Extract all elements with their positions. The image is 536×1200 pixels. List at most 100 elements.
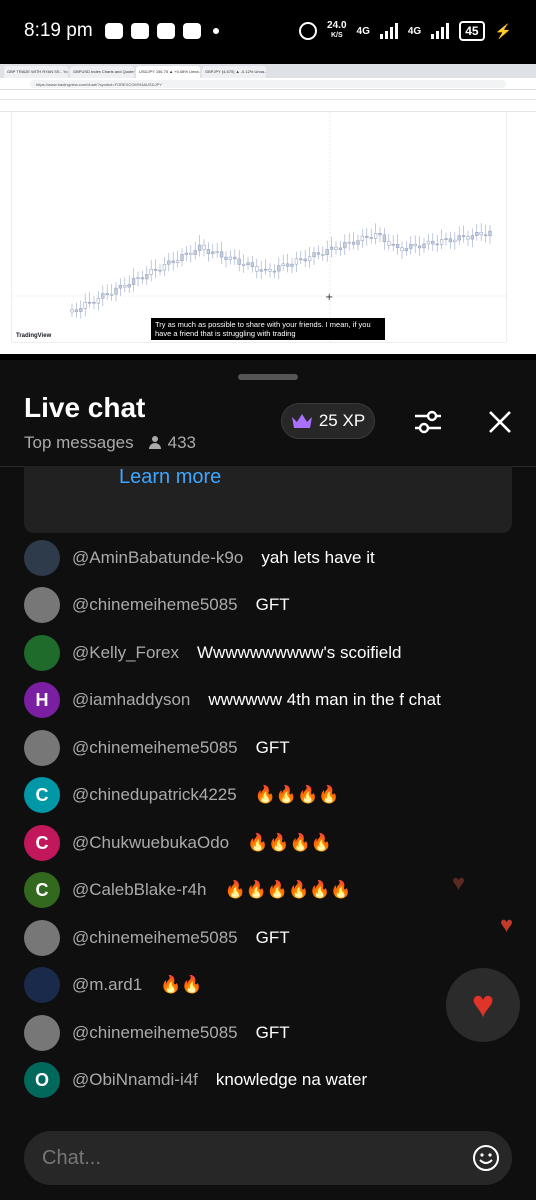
drag-handle[interactable] xyxy=(238,374,298,380)
candle-body xyxy=(228,256,233,260)
message-text: GFT xyxy=(255,595,290,614)
price-axis xyxy=(506,112,536,342)
chat-message[interactable]: @Kelly_Forex Wwwwwwwwww's scoifield xyxy=(24,635,514,671)
close-icon[interactable] xyxy=(486,408,514,436)
avatar[interactable] xyxy=(24,967,60,1003)
browser-bookmarks xyxy=(0,90,536,100)
avatar[interactable] xyxy=(24,635,60,671)
avatar[interactable]: C xyxy=(24,872,60,908)
message-author[interactable]: @chinemeiheme5085 xyxy=(72,1023,238,1043)
candle-body xyxy=(312,252,316,258)
candle-body xyxy=(105,293,109,296)
video-player[interactable]: GBP TRADE WITH RYAN SS - Yo... GBPUSD In… xyxy=(0,62,536,360)
candle-body xyxy=(272,270,277,273)
message-author[interactable]: @chinemeiheme5085 xyxy=(72,595,238,615)
candle-body xyxy=(250,262,255,267)
youtube-icon xyxy=(182,23,201,39)
candle-body xyxy=(241,264,246,266)
avatar[interactable] xyxy=(24,730,60,766)
person-icon xyxy=(148,436,162,450)
chat-input[interactable] xyxy=(42,1131,442,1185)
chat-message[interactable]: O @ObiNnamdi-i4f knowledge na water xyxy=(24,1062,514,1098)
candle-body xyxy=(87,301,92,304)
chat-message[interactable]: C @chinedupatrick4225 🔥🔥🔥🔥 xyxy=(24,777,514,813)
heart-icon: ♥ xyxy=(471,983,495,1026)
chat-message[interactable]: @chinemeiheme5085 GFT xyxy=(24,730,514,766)
avatar[interactable]: C xyxy=(24,777,60,813)
candle-body xyxy=(83,302,87,309)
learn-more-link[interactable]: Learn more xyxy=(119,466,221,489)
chat-message[interactable]: C @ChukwuebukaOdo 🔥🔥🔥🔥 xyxy=(24,825,514,861)
candle-body xyxy=(461,235,466,237)
xp-button[interactable]: 25 XP xyxy=(281,403,375,439)
candle-body xyxy=(439,239,444,245)
video-frame: GBP TRADE WITH RYAN SS - Yo... GBPUSD In… xyxy=(0,64,536,354)
candle-body xyxy=(343,242,347,249)
chat-message[interactable]: @chinemeiheme5085 GFT xyxy=(24,920,514,956)
message-author[interactable]: @chinemeiheme5085 xyxy=(72,928,238,948)
candle-body xyxy=(255,266,259,272)
message-author[interactable]: @iamhaddyson xyxy=(72,690,190,710)
like-heart-button[interactable]: ♥ xyxy=(446,968,520,1042)
chat-message[interactable]: @AminBabatunde-k9o yah lets have it xyxy=(24,540,514,576)
network-speed: 24.0 K/S xyxy=(327,21,346,41)
chat-message[interactable]: @m.ard1 🔥🔥 xyxy=(24,967,514,1003)
message-author[interactable]: @chinedupatrick4225 xyxy=(72,785,237,805)
candle-body xyxy=(475,231,479,236)
filter-settings-icon[interactable] xyxy=(412,406,444,438)
chat-mode-selector[interactable]: Top messages 433 xyxy=(24,433,196,453)
avatar[interactable] xyxy=(24,540,60,576)
candle-body xyxy=(193,250,197,255)
avatar[interactable]: C xyxy=(24,825,60,861)
avatar[interactable]: H xyxy=(24,682,60,718)
candle-body xyxy=(369,237,373,239)
message-author[interactable]: @ChukwuebukaOdo xyxy=(72,833,229,853)
whatsapp-icon xyxy=(156,23,175,39)
svg-text:+: + xyxy=(325,292,333,303)
floating-heart-icon: ♥ xyxy=(452,870,466,895)
candle-body xyxy=(277,265,281,272)
candle-body xyxy=(123,285,127,288)
candle-body xyxy=(224,256,228,260)
avatar[interactable] xyxy=(24,1015,60,1051)
avatar[interactable] xyxy=(24,920,60,956)
candle-body xyxy=(167,260,171,265)
candle-body xyxy=(197,244,202,251)
candle-body xyxy=(334,246,338,250)
candle-body xyxy=(347,241,351,244)
avatar[interactable] xyxy=(24,587,60,623)
candle-body xyxy=(140,277,145,280)
chat-message[interactable]: C @CalebBlake-r4h 🔥🔥🔥🔥🔥🔥 xyxy=(24,872,514,908)
candle-body xyxy=(202,244,206,250)
candle-body xyxy=(215,251,219,253)
message-author[interactable]: @AminBabatunde-k9o xyxy=(72,548,243,568)
message-author[interactable]: @m.ard1 xyxy=(72,975,142,995)
chat-message[interactable]: @chinemeiheme5085 GFT xyxy=(24,587,514,623)
viewer-count: 433 xyxy=(148,433,196,453)
candle-body xyxy=(233,256,237,260)
whatsapp-icon xyxy=(104,23,123,39)
candle-body xyxy=(466,236,470,240)
message-text: knowledge na water xyxy=(215,1070,368,1089)
emoji-icon[interactable] xyxy=(472,1144,500,1172)
tradingview-logo: TradingView xyxy=(16,333,52,339)
tradingview-toolbar xyxy=(0,100,536,112)
message-author[interactable]: @CalebBlake-r4h xyxy=(72,880,206,900)
message-author[interactable]: @chinemeiheme5085 xyxy=(72,738,238,758)
candle-body xyxy=(373,233,378,239)
candle-body xyxy=(413,243,417,247)
message-author[interactable]: @ObiNnamdi-i4f xyxy=(72,1070,198,1090)
chat-message[interactable]: H @iamhaddyson wwwwww 4th man in the f c… xyxy=(24,682,514,718)
avatar[interactable]: O xyxy=(24,1062,60,1098)
candle-body xyxy=(281,263,285,266)
candle-body xyxy=(351,241,356,245)
message-author[interactable]: @Kelly_Forex xyxy=(72,643,179,663)
chat-message[interactable]: @chinemeiheme5085 GFT xyxy=(24,1015,514,1051)
candle-body xyxy=(321,254,325,256)
candle-body xyxy=(479,231,483,236)
floating-heart-icon: ♥ xyxy=(500,912,514,937)
candle-body xyxy=(422,243,426,249)
chat-composer[interactable] xyxy=(24,1131,512,1185)
candle-body xyxy=(114,287,118,295)
candle-body xyxy=(453,239,457,243)
